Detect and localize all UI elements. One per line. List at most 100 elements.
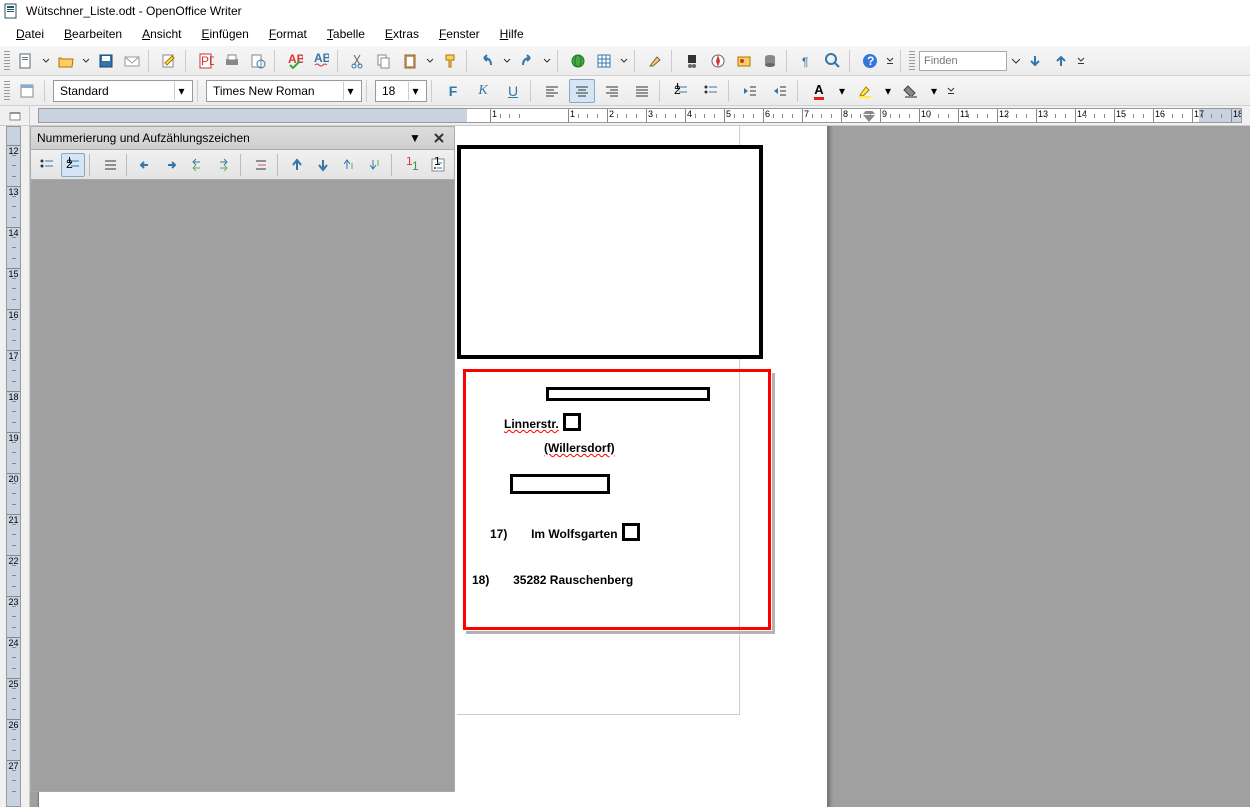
move-up-button[interactable] — [286, 153, 310, 177]
chevron-down-icon[interactable]: ▾ — [174, 82, 188, 100]
open-dropdown[interactable] — [80, 49, 92, 73]
decrease-indent-button[interactable] — [737, 79, 763, 103]
find-input[interactable] — [919, 51, 1007, 71]
nonprinting-chars-button[interactable]: ¶ — [795, 49, 819, 73]
print-preview-button[interactable] — [246, 49, 270, 73]
italic-button[interactable]: K — [470, 79, 496, 103]
format-paintbrush-button[interactable] — [438, 49, 462, 73]
align-right-button[interactable] — [599, 79, 625, 103]
find-toolbar-overflow[interactable] — [1075, 49, 1087, 73]
cut-button[interactable] — [346, 49, 370, 73]
menu-bearbeiten[interactable]: Bearbeiten — [56, 25, 130, 43]
font-name-combo[interactable]: ▾ — [206, 80, 362, 102]
panel-header[interactable]: Nummerierung und Aufzählungszeichen ▼ — [30, 126, 455, 150]
underline-button[interactable]: U — [500, 79, 526, 103]
vertical-ruler[interactable]: 12131415161718192021222324252627 — [0, 126, 30, 807]
bullets-toggle-button[interactable] — [35, 153, 59, 177]
hyperlink-button[interactable] — [566, 49, 590, 73]
menu-format[interactable]: Format — [261, 25, 315, 43]
copy-button[interactable] — [372, 49, 396, 73]
save-button[interactable] — [94, 49, 118, 73]
tab-marker-icon[interactable] — [863, 111, 875, 123]
bullets-button[interactable] — [698, 79, 724, 103]
menu-fenster[interactable]: Fenster — [431, 25, 488, 43]
export-pdf-button[interactable]: PDF — [194, 49, 218, 73]
panel-close-button[interactable] — [430, 129, 448, 147]
insert-unnumbered-button[interactable] — [249, 153, 273, 177]
horizontal-ruler[interactable]: 1123456789101112131415161718 — [38, 108, 1242, 123]
promote-one-button[interactable] — [134, 153, 158, 177]
find-dropdown[interactable] — [1009, 49, 1021, 73]
table-cell-red[interactable]: Linnerstr. (Willersdorf) 17) Im Wolfsgar… — [463, 369, 771, 630]
redo-dropdown[interactable] — [541, 49, 553, 73]
menu-datei[interactable]: Datei — [8, 25, 52, 43]
paragraph-style-input[interactable] — [56, 82, 174, 100]
edit-mode-button[interactable] — [157, 49, 181, 73]
paragraph-style-combo[interactable]: ▾ — [53, 80, 193, 102]
navigator-button[interactable] — [706, 49, 730, 73]
move-down-with-sub-button[interactable] — [363, 153, 387, 177]
auto-spellcheck-button[interactable]: ABC — [309, 49, 333, 73]
demote-one-button[interactable] — [160, 153, 184, 177]
table-cell-topright[interactable] — [457, 145, 763, 359]
new-doc-dropdown[interactable] — [40, 49, 52, 73]
new-doc-button[interactable] — [14, 49, 38, 73]
numbering-off-button[interactable] — [98, 153, 122, 177]
align-left-button[interactable] — [539, 79, 565, 103]
menu-ansicht[interactable]: Ansicht — [134, 25, 189, 43]
bg-color-button[interactable] — [898, 79, 924, 103]
bold-button[interactable]: F — [440, 79, 466, 103]
move-up-with-sub-button[interactable] — [337, 153, 361, 177]
menu-tabelle[interactable]: Tabelle — [319, 25, 373, 43]
email-button[interactable] — [120, 49, 144, 73]
toolbar-overflow[interactable] — [884, 49, 896, 73]
highlight-dropdown[interactable]: ▾ — [882, 79, 894, 103]
font-size-combo[interactable]: ▾ — [375, 80, 427, 102]
redo-button[interactable] — [515, 49, 539, 73]
restart-numbering-button[interactable]: 11 — [400, 153, 424, 177]
print-button[interactable] — [220, 49, 244, 73]
table-dropdown[interactable] — [618, 49, 630, 73]
menu-hilfe[interactable]: Hilfe — [492, 25, 532, 43]
toolbar-grip-2[interactable] — [909, 51, 915, 71]
chevron-down-icon[interactable]: ▾ — [343, 82, 357, 100]
align-center-button[interactable] — [569, 79, 595, 103]
undo-button[interactable] — [475, 49, 499, 73]
show-draw-functions-button[interactable] — [643, 49, 667, 73]
panel-menu-button[interactable]: ▼ — [406, 129, 424, 147]
font-color-dropdown[interactable]: ▾ — [836, 79, 848, 103]
highlight-button[interactable] — [852, 79, 878, 103]
undo-dropdown[interactable] — [501, 49, 513, 73]
open-button[interactable] — [54, 49, 78, 73]
chevron-down-icon[interactable]: ▾ — [408, 82, 422, 100]
find-prev-button[interactable] — [1049, 49, 1073, 73]
font-color-button[interactable]: A — [806, 79, 832, 103]
font-size-input[interactable] — [378, 82, 408, 100]
demote-with-sub-button[interactable] — [212, 153, 236, 177]
paste-button[interactable] — [398, 49, 422, 73]
datasources-button[interactable] — [758, 49, 782, 73]
fmt-overflow[interactable] — [944, 79, 958, 103]
numbering-button[interactable]: 12 — [668, 79, 694, 103]
gallery-button[interactable] — [732, 49, 756, 73]
zoom-button[interactable] — [821, 49, 845, 73]
bg-color-dropdown[interactable]: ▾ — [928, 79, 940, 103]
find-replace-button[interactable] — [680, 49, 704, 73]
spellcheck-button[interactable]: ABC — [283, 49, 307, 73]
numbering-toggle-button[interactable]: 12 — [61, 153, 85, 177]
menu-einfuegen[interactable]: Einfügen — [193, 25, 256, 43]
font-name-input[interactable] — [209, 82, 343, 100]
paste-dropdown[interactable] — [424, 49, 436, 73]
styles-window-button[interactable] — [14, 79, 40, 103]
increase-indent-button[interactable] — [767, 79, 793, 103]
help-button[interactable]: ? — [858, 49, 882, 73]
fmt-grip[interactable] — [4, 81, 10, 101]
bullets-numbering-dialog-button[interactable]: 1 — [426, 153, 450, 177]
align-justify-button[interactable] — [629, 79, 655, 103]
move-down-button[interactable] — [311, 153, 335, 177]
find-next-button[interactable] — [1023, 49, 1047, 73]
menu-extras[interactable]: Extras — [377, 25, 427, 43]
table-button[interactable] — [592, 49, 616, 73]
toolbar-grip[interactable] — [4, 51, 10, 71]
promote-with-sub-button[interactable] — [186, 153, 210, 177]
